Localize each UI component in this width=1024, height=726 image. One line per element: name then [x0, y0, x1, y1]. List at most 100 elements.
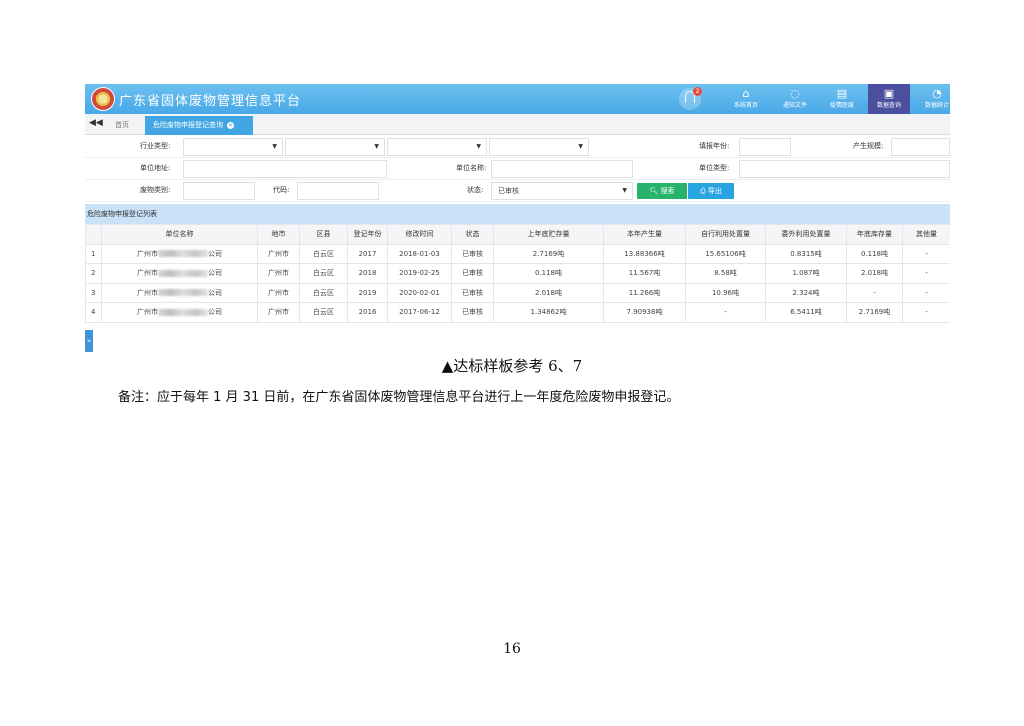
fill-year-label: 填报年份:	[699, 142, 730, 150]
column-header[interactable]: 其他量	[902, 224, 950, 245]
column-header[interactable]: 单位名称	[101, 224, 258, 245]
other-cell: -	[902, 243, 950, 264]
produced-cell: 13.88366吨	[603, 243, 686, 264]
column-header[interactable]: 本年产生量	[603, 224, 686, 245]
notification-button[interactable]: 2	[679, 87, 702, 110]
table-row[interactable]: 3 广州市 公司 广州市 白云区 2019 2020-02-01 已审核 2.01…	[85, 282, 950, 303]
outsourced-cell: 0.8315吨	[765, 243, 847, 264]
column-header[interactable]: 上年底贮存量	[493, 224, 604, 245]
industry-select-2[interactable]: ▼	[285, 138, 385, 156]
unit-name-prefix: 广州市	[137, 288, 158, 297]
chevron-down-icon: ▼	[272, 143, 277, 150]
industry-label: 行业类型:	[140, 142, 171, 150]
nav-label: 数据查询	[876, 102, 901, 109]
chevron-down-icon: ▼	[622, 187, 627, 194]
table-row[interactable]: 2 广州市 公司 广州市 白云区 2018 2019-02-25 已审核 0.11…	[85, 263, 950, 284]
unit-name-cell: 广州市 公司	[101, 243, 258, 264]
sidebar-expand-button[interactable]: »	[85, 330, 93, 352]
unit-name-prefix: 广州市	[137, 308, 158, 317]
redacted-text	[158, 289, 208, 297]
unit-name-suffix: 公司	[208, 288, 222, 297]
app-header: 广东省固体废物管理信息平台 2 ⌂ 系统首页 ◌ 通知文件 ▤ 疫情医废 ▣ 数…	[85, 84, 950, 114]
filter-panel: 行业类型: ▼ ▼ ▼ ▼ 填报年份: 产生规模: 单位地址: 单位名称: 单位…	[85, 136, 950, 202]
district-cell: 白云区	[299, 282, 348, 303]
nav-data-query[interactable]: ▣ 数据查询	[868, 84, 910, 114]
export-button[interactable]: ⎙ 导出	[688, 183, 734, 199]
unit-name-cell: 广州市 公司	[101, 263, 258, 284]
city-cell: 广州市	[257, 263, 300, 284]
year-end-cell: 2.018吨	[846, 263, 903, 284]
produced-cell: 7.90938吨	[603, 302, 686, 323]
unit-name-suffix: 公司	[208, 249, 222, 258]
nav-label: 疫情医废	[829, 102, 854, 109]
filter-row-2: 单位地址: 单位名称: 单位类型:	[85, 158, 950, 180]
page-number: 16	[503, 641, 521, 657]
waste-type-input[interactable]	[183, 182, 255, 200]
column-header[interactable]: 地市	[257, 224, 300, 245]
column-header	[85, 224, 102, 245]
unit-type-input[interactable]	[739, 160, 950, 178]
export-button-label: 导出	[707, 187, 722, 195]
fill-year-input[interactable]	[739, 138, 791, 156]
address-input[interactable]	[183, 160, 387, 178]
city-cell: 广州市	[257, 282, 300, 303]
redacted-text	[158, 269, 208, 277]
unit-name-cell: 广州市 公司	[101, 302, 258, 323]
industry-select-3[interactable]: ▼	[387, 138, 487, 156]
city-cell: 广州市	[257, 302, 300, 323]
year-end-cell: -	[846, 282, 903, 303]
table-row[interactable]: 4 广州市 公司 广州市 白云区 2016 2017-06-12 已审核 1.34…	[85, 302, 950, 323]
self-disposal-cell: -	[685, 302, 766, 323]
industry-select-4[interactable]: ▼	[489, 138, 589, 156]
scale-input[interactable]	[891, 138, 950, 156]
document-icon: ▤	[836, 87, 848, 100]
close-icon[interactable]: ×	[227, 121, 234, 129]
column-header[interactable]: 修改时间	[387, 224, 452, 245]
tab-back-button[interactable]: ◀◀	[89, 118, 103, 128]
produced-cell: 11.266吨	[603, 282, 686, 303]
nav-label: 数据统计	[924, 102, 949, 109]
nav-data-stats[interactable]: ◔ 数据统计	[916, 84, 950, 114]
code-input[interactable]	[297, 182, 379, 200]
column-header[interactable]: 登记年份	[347, 224, 388, 245]
status-cell: 已审核	[451, 282, 494, 303]
search-icon: 🔍︎	[649, 187, 661, 195]
row-number: 4	[85, 302, 102, 323]
column-header[interactable]: 状态	[451, 224, 494, 245]
status-select[interactable]: 已审核 ▼	[491, 182, 633, 200]
tab-declaration-query[interactable]: 危险废物申报登记查询 ×	[145, 116, 253, 135]
tab-home[interactable]: 首页	[115, 120, 129, 130]
list-title: 危险废物申报登记列表	[87, 210, 157, 218]
nav-label: 系统首页	[733, 102, 758, 109]
column-header[interactable]: 年底库存量	[846, 224, 903, 245]
modified-cell: 2019-02-25	[387, 263, 452, 284]
figure-caption: ▲达标样板参考 6、7	[441, 357, 583, 375]
unit-name-suffix: 公司	[208, 308, 222, 317]
nav-medical-waste[interactable]: ▤ 疫情医废	[821, 84, 863, 114]
unit-name-input[interactable]	[491, 160, 633, 178]
nav-notices[interactable]: ◌ 通知文件	[774, 84, 816, 114]
year-cell: 2018	[347, 263, 388, 284]
list-section-bar: 危险废物申报登记列表	[85, 204, 950, 224]
industry-select-1[interactable]: ▼	[183, 138, 283, 156]
column-header[interactable]: 委外利用处置量	[765, 224, 847, 245]
prev-storage-cell: 2.018吨	[493, 282, 604, 303]
outsourced-cell: 1.087吨	[765, 263, 847, 284]
column-header[interactable]: 区县	[299, 224, 348, 245]
table-header-row: 单位名称 地市 区县 登记年份 修改时间 状态 上年底贮存量 本年产生量 自行利…	[85, 224, 950, 245]
status-cell: 已审核	[451, 263, 494, 284]
prev-storage-cell: 2.7169吨	[493, 243, 604, 264]
emblem-icon	[91, 87, 115, 111]
filter-row-3: 废物类别: 代码: 状态: 已审核 ▼ 🔍︎ 搜索 ⎙ 导出	[85, 180, 950, 202]
search-button[interactable]: 🔍︎ 搜索	[637, 183, 687, 199]
column-header[interactable]: 自行利用处置量	[685, 224, 766, 245]
outsourced-cell: 2.324吨	[765, 282, 847, 303]
unit-name-prefix: 广州市	[137, 249, 158, 258]
nav-home[interactable]: ⌂ 系统首页	[725, 84, 767, 114]
unit-name-label: 单位名称:	[456, 164, 487, 172]
table-row[interactable]: 1 广州市 公司 广州市 白云区 2017 2018-01-03 已审核 2.71…	[85, 243, 950, 264]
search-button-label: 搜索	[660, 187, 675, 195]
unit-name-suffix: 公司	[208, 269, 222, 278]
unit-type-label: 单位类型:	[699, 164, 730, 172]
chevron-down-icon: ▼	[578, 143, 583, 150]
